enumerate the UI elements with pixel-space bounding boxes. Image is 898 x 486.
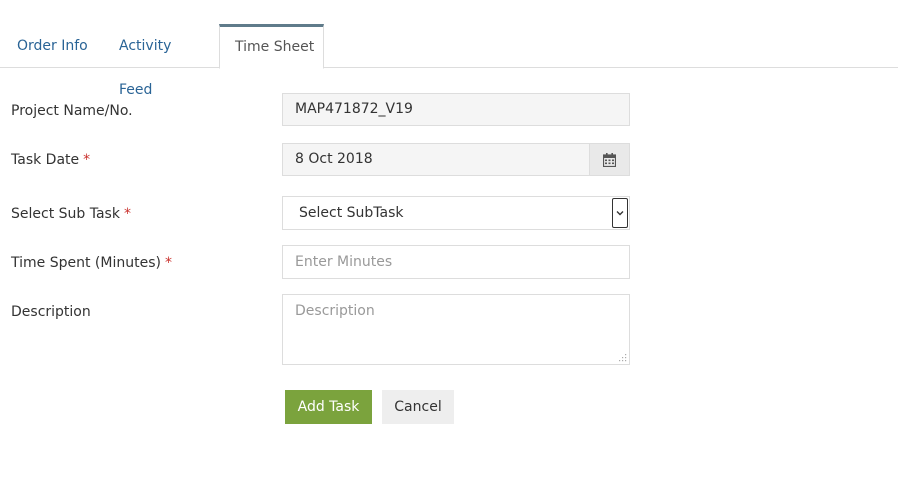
sub-task-label: Select Sub Task * [11, 206, 131, 222]
chevron-down-icon[interactable] [612, 198, 628, 228]
required-marker: * [123, 206, 131, 222]
project-label-text: Project Name/No. [11, 103, 133, 119]
add-task-button[interactable]: Add Task [285, 390, 372, 424]
description-label: Description [11, 304, 91, 320]
description-label-text: Description [11, 304, 91, 320]
resize-grip-icon[interactable] [619, 354, 627, 362]
sub-task-select[interactable]: Select SubTask [282, 196, 630, 230]
calendar-button[interactable] [589, 143, 630, 176]
sub-task-label-text: Select Sub Task [11, 206, 120, 222]
sub-task-selected: Select SubTask [299, 205, 404, 221]
description-textarea[interactable]: Description [282, 294, 630, 365]
time-spent-placeholder: Enter Minutes [295, 254, 393, 270]
tab-time-sheet[interactable]: Time Sheet [219, 24, 324, 69]
time-spent-label-text: Time Spent (Minutes) [11, 255, 161, 271]
tab-activity-feed[interactable]: Activity Feed [119, 24, 209, 98]
tab-bar: Order Info Activity Feed Time Sheet [0, 0, 898, 98]
cancel-button[interactable]: Cancel [382, 390, 454, 424]
project-value: MAP471872_V19 [295, 101, 413, 117]
time-spent-input[interactable]: Enter Minutes [282, 245, 630, 279]
project-label: Project Name/No. [11, 103, 133, 119]
calendar-icon [603, 152, 616, 167]
description-placeholder: Description [295, 303, 375, 319]
task-date-value: 8 Oct 2018 [295, 151, 373, 167]
time-spent-label: Time Spent (Minutes) * [11, 255, 172, 271]
project-field[interactable]: MAP471872_V19 [282, 93, 630, 126]
required-marker: * [83, 152, 91, 168]
required-marker: * [164, 255, 172, 271]
task-date-field[interactable]: 8 Oct 2018 [282, 143, 590, 176]
task-date-label: Task Date * [11, 152, 90, 168]
task-date-label-text: Task Date [11, 152, 80, 168]
tab-order-info[interactable]: Order Info [17, 24, 101, 68]
